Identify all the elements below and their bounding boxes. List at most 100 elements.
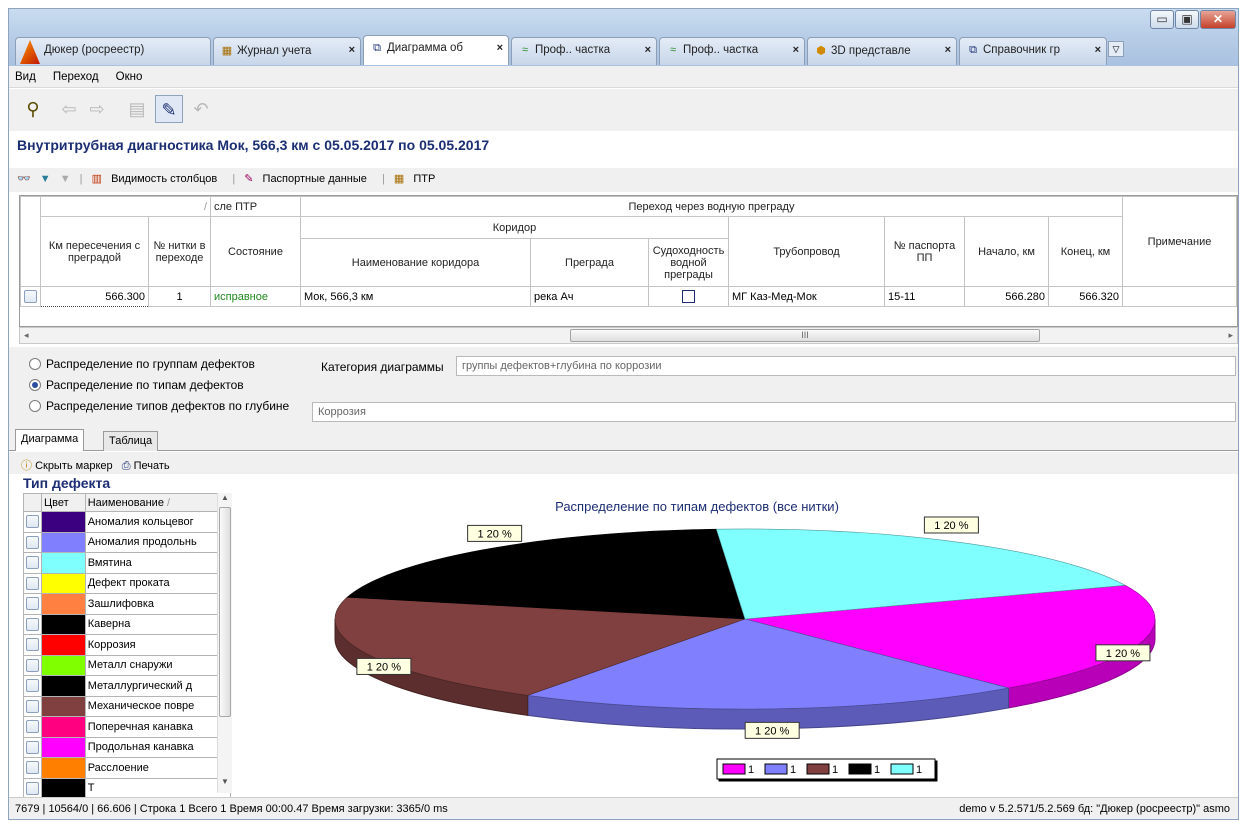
list-item[interactable]: Металл снаружи — [23, 654, 232, 676]
col-obstacle[interactable]: Преграда — [530, 238, 649, 287]
list-item[interactable]: Поперечная канавка — [23, 716, 232, 738]
defect-checkbox[interactable] — [26, 658, 39, 672]
tab-journal[interactable]: ▦ Журнал учета × — [213, 37, 361, 65]
col-end[interactable]: Конец, км — [1048, 216, 1123, 287]
defect-select-cell[interactable] — [23, 634, 42, 656]
defect-checkbox[interactable] — [26, 576, 39, 590]
defect-checkbox[interactable] — [26, 720, 39, 734]
scrollbar-thumb[interactable] — [219, 507, 231, 717]
defect-name[interactable]: Зашлифовка — [84, 593, 232, 615]
defect-name[interactable]: Аномалия кольцевог — [84, 511, 232, 533]
cell-navigability[interactable] — [648, 286, 729, 307]
row-select-cell[interactable] — [20, 286, 41, 307]
radio-types-by-depth[interactable]: Распределение типов дефектов по глубине — [29, 399, 289, 413]
defect-checkbox[interactable] — [26, 740, 39, 754]
col-navigability[interactable]: Судоходность водной преграды — [648, 238, 729, 287]
list-item[interactable]: Вмятина — [23, 552, 232, 574]
map-search-icon[interactable]: ⚲ — [19, 95, 47, 123]
defect-checkbox[interactable] — [26, 679, 39, 693]
print-button[interactable]: ⎙ Печать — [122, 460, 170, 472]
defect-select-cell[interactable] — [23, 572, 42, 594]
table-row[interactable]: 566.300 1 исправное Мок, 566,3 км река А… — [20, 286, 1237, 307]
navigability-checkbox[interactable] — [682, 290, 695, 303]
minimize-button[interactable]: ▭ — [1150, 10, 1174, 29]
scroll-up-arrow-icon[interactable]: ▲ — [221, 493, 229, 502]
defect-name[interactable]: Металлургический д — [84, 675, 232, 697]
clear-filter-icon[interactable]: ▼ — [60, 173, 71, 185]
edit-icon[interactable]: ✎ — [155, 95, 183, 123]
defect-select-cell[interactable] — [23, 757, 42, 779]
list-item[interactable]: Металлургический д — [23, 675, 232, 697]
ptr-button[interactable]: ▦ ПТР — [394, 172, 441, 185]
tab-profile-2[interactable]: ≈ Проф.. частка × — [659, 37, 805, 65]
defect-select-cell[interactable] — [23, 716, 42, 738]
col-color[interactable]: Цвет — [41, 493, 86, 512]
col-start[interactable]: Начало, км — [964, 216, 1049, 287]
list-item[interactable]: Т — [23, 777, 232, 799]
cell-start[interactable]: 566.280 — [964, 286, 1049, 307]
defect-name[interactable]: Коррозия — [84, 634, 232, 656]
col-note[interactable]: Примечание — [1122, 196, 1237, 287]
defect-checkbox[interactable] — [26, 515, 39, 529]
col-name[interactable]: Наименование / — [84, 493, 232, 512]
passport-data-button[interactable]: ✎ Паспортные данные — [244, 172, 373, 185]
depth-type-field[interactable]: Коррозия — [312, 402, 1236, 422]
col-corridor-name[interactable]: Наименование коридора — [300, 238, 531, 287]
defect-select-cell[interactable] — [23, 777, 42, 799]
close-tab-icon[interactable]: × — [793, 44, 799, 56]
list-item[interactable]: Продольная канавка — [23, 736, 232, 758]
tab-diagram-view[interactable]: Диаграмма — [15, 429, 85, 451]
defect-name[interactable]: Металл снаружи — [84, 654, 232, 676]
defect-select-cell[interactable] — [23, 552, 42, 574]
defect-name[interactable]: Поперечная канавка — [84, 716, 232, 738]
radio-by-types[interactable]: Распределение по типам дефектов — [29, 378, 244, 392]
list-item[interactable]: Зашлифовка — [23, 593, 232, 615]
defect-checkbox[interactable] — [26, 699, 39, 713]
defect-name[interactable]: Механическое повре — [84, 695, 232, 717]
cell-thread[interactable]: 1 — [148, 286, 211, 307]
scroll-left-arrow-icon[interactable]: ◂ — [24, 330, 29, 341]
defect-select-cell[interactable] — [23, 736, 42, 758]
col-state[interactable]: Состояние — [210, 216, 301, 287]
close-window-button[interactable]: ✕ — [1200, 10, 1236, 29]
radio-button[interactable] — [29, 400, 41, 412]
forward-arrow-icon[interactable]: ⇨ — [83, 95, 111, 123]
tab-reference[interactable]: ⧉ Справочник гр × — [959, 37, 1107, 65]
list-item[interactable]: Механическое повре — [23, 695, 232, 717]
grid-horizontal-scrollbar[interactable]: ◂ III ▸ — [19, 327, 1238, 344]
tab-diagram[interactable]: ⧉ Диаграмма об × — [363, 35, 509, 65]
defect-select-cell[interactable] — [23, 695, 42, 717]
defect-checkbox[interactable] — [26, 638, 39, 652]
tab-3d[interactable]: ⬢ 3D представле × — [807, 37, 957, 65]
defect-type-scrollbar[interactable]: ▲ ▼ — [217, 493, 232, 793]
defect-name[interactable]: Вмятина — [84, 552, 232, 574]
scroll-right-arrow-icon[interactable]: ▸ — [1228, 330, 1233, 341]
category-field[interactable]: группы дефектов+глубина по коррозии — [456, 356, 1236, 376]
columns-visibility-button[interactable]: ▥ Видимость столбцов — [92, 172, 224, 185]
maximize-button[interactable]: ▣ — [1175, 10, 1199, 29]
col-passport[interactable]: № паспорта ПП — [884, 216, 965, 287]
list-item[interactable]: Дефект проката — [23, 572, 232, 594]
crossings-grid[interactable]: / сле ПТР Переход через водную преграду … — [19, 195, 1238, 327]
radio-button[interactable] — [29, 358, 41, 370]
defect-checkbox[interactable] — [26, 556, 39, 570]
cell-obstacle[interactable]: река Ач — [530, 286, 649, 307]
save-icon[interactable]: ▤ — [123, 95, 151, 123]
defect-checkbox[interactable] — [26, 761, 39, 775]
list-item[interactable]: Каверна — [23, 613, 232, 635]
col-thread[interactable]: № нитки в переходе — [148, 216, 211, 287]
defect-select-cell[interactable] — [23, 675, 42, 697]
tab-dyuker[interactable]: Дюкер (росреестр) — [15, 37, 211, 65]
row-checkbox[interactable] — [24, 290, 37, 303]
menu-view[interactable]: Вид — [15, 71, 36, 83]
radio-button[interactable] — [29, 379, 41, 391]
cell-corridor-name[interactable]: Мок, 566,3 км — [300, 286, 531, 307]
col-km[interactable]: Км пересечения с преградой — [40, 216, 149, 287]
undo-icon[interactable]: ↶ — [187, 95, 215, 123]
defect-name[interactable]: Дефект проката — [84, 572, 232, 594]
tab-list-dropdown-icon[interactable]: ▽ — [1108, 41, 1124, 57]
defect-checkbox[interactable] — [26, 535, 39, 549]
cell-passport[interactable]: 15-11 — [884, 286, 965, 307]
list-item[interactable]: Аномалия продольнь — [23, 531, 232, 553]
close-tab-icon[interactable]: × — [945, 44, 951, 56]
